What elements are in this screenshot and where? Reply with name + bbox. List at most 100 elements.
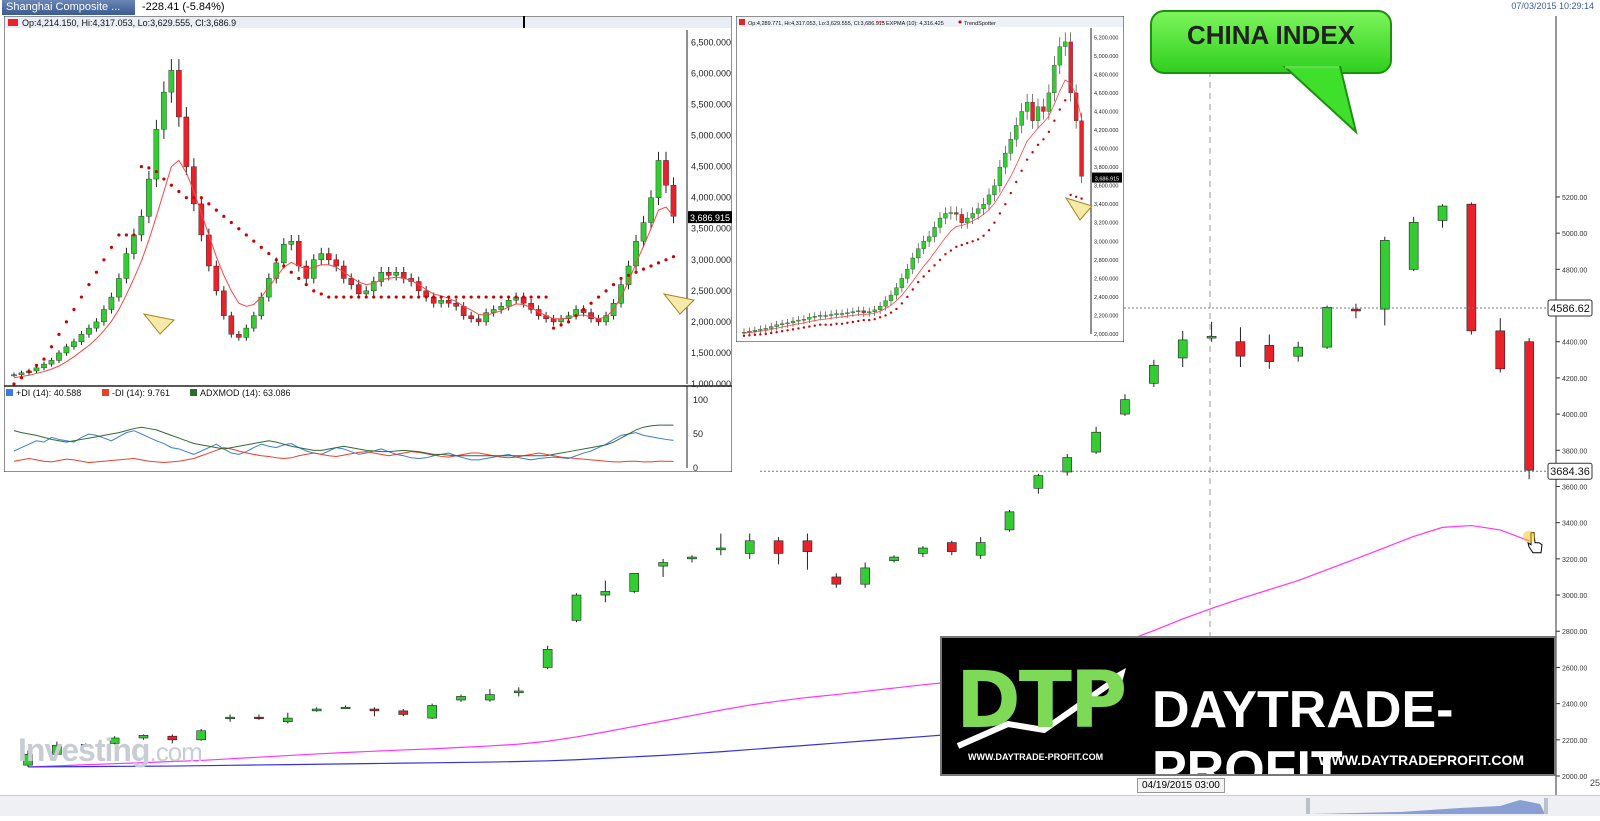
inset-a-legend: Op:4,214.150, Hi:4,317.053, Lo:3,629.555…: [22, 18, 236, 28]
inset-b-candle-body: [888, 294, 894, 301]
inset-a-candle-body: [273, 262, 280, 279]
inset-b-trendspotter-dot: [1047, 130, 1051, 134]
inset-b-candle-body: [992, 185, 997, 196]
inset-a-candle-body: [228, 315, 235, 335]
candle-body: [369, 708, 380, 712]
candle-body: [946, 542, 957, 552]
inset-b-trendspotter-dot: [819, 323, 822, 326]
inset-a-trendspotter-dot: [432, 295, 436, 299]
inset-a-candle-body: [221, 290, 227, 316]
candle: [542, 645, 553, 670]
inset-b-y-tick-label: 4,000.000: [1094, 147, 1118, 153]
price-tag: 3684.36: [1547, 462, 1593, 480]
inset-b-trendspotter-dot: [998, 212, 1002, 215]
candle-body: [485, 694, 495, 701]
inset-a-trendspotter-dot: [27, 369, 31, 374]
inset-b-candle-body: [1008, 139, 1013, 154]
inset-a-y-tick-label: 3,500.000: [691, 224, 731, 234]
navigator-right-handle[interactable]: [1544, 798, 1548, 814]
inset-chart-right[interactable]: Op:4,289.771, Hi:4,317.053, Lo:3,629.555…: [736, 16, 1124, 342]
instrument-tab[interactable]: Shanghai Composite ...: [2, 0, 135, 15]
inset-b-y-tick-label: 2,800.000: [1094, 258, 1118, 264]
inset-b-candle-body: [921, 241, 926, 249]
inset-a-candle-body: [333, 259, 340, 267]
inset-b-candle-body: [932, 227, 937, 237]
main-y-tick-label: 4000.00: [1562, 412, 1587, 419]
inset-a-trendspotter-dot: [402, 295, 406, 299]
inset-a-trendspotter-dot: [139, 165, 144, 169]
inset-b-candle-body: [867, 311, 872, 313]
inset-b-y-tick-label: 2,200.000: [1094, 313, 1118, 319]
inset-a-trendspotter-dot: [626, 273, 631, 277]
navigator-left-handle[interactable]: [1306, 798, 1310, 814]
candle-body: [1524, 341, 1534, 471]
inset-a-trendspotter-dot: [477, 295, 481, 299]
inset-a-trendspotter-dot: [19, 376, 24, 380]
inset-a-trendspotter-dot: [177, 189, 181, 194]
inset-b-trendspotter-dot: [1074, 195, 1078, 198]
inset-a-y-tick-label: 2,000.000: [691, 317, 731, 327]
inset-b-candle-body: [981, 204, 986, 209]
inset-b-trendspotter-dot: [851, 320, 855, 324]
candle: [1524, 338, 1534, 480]
inset-chart-left[interactable]: Op:4,214.150, Hi:4,317.053, Lo:3,629.555…: [4, 16, 732, 472]
candle-body: [1408, 221, 1419, 270]
candle-body: [225, 716, 235, 719]
inset-a-trendspotter-dot: [64, 320, 69, 324]
candle-body: [629, 573, 640, 592]
inset-b-candle-body: [1079, 120, 1084, 177]
inset-b-candle-body: [785, 322, 790, 325]
candle-body: [1351, 308, 1361, 312]
inset-a-trendspotter-dot: [492, 295, 496, 299]
candle-body: [513, 690, 524, 694]
inset-a-candle-body: [86, 327, 92, 335]
inset-b-candle-body: [943, 213, 948, 219]
inset-a-candle-body: [310, 259, 317, 279]
inset-b-trendspotter-dot: [949, 249, 953, 252]
inset-a-trendspotter-dot: [222, 214, 226, 218]
main-y-tick-label: 2400.00: [1562, 702, 1587, 709]
inset-a-candle-body: [400, 272, 407, 279]
inset-a-candle-body: [648, 197, 654, 223]
candle-body: [1091, 431, 1101, 453]
candle-body: [1206, 335, 1217, 339]
inset-b-trendspotter-dot: [840, 322, 844, 325]
inset-a-y-tick-label: 4,500.000: [691, 162, 731, 172]
inset-a-candle-body: [56, 352, 62, 361]
inset-b-candle-body: [790, 320, 796, 324]
main-y-tick-label: 4200.00: [1562, 376, 1587, 383]
inset-b-candle-body: [796, 319, 801, 322]
inset-b-legend-ts-swatch: [958, 20, 962, 24]
inset-a-candle-body: [138, 216, 145, 236]
inset-a-candle-body: [640, 222, 647, 242]
inset-b-trendspotter-dot: [835, 322, 838, 325]
inset-a-candle-body: [453, 303, 459, 307]
inset-a-trendspotter-dot: [619, 276, 623, 281]
candle: [1004, 510, 1015, 532]
inset-b-y-tick-label: 4,600.000: [1094, 91, 1118, 97]
inset-a-candle-body: [670, 185, 677, 217]
inset-b-candle-body: [926, 236, 932, 242]
candle-body: [1149, 364, 1159, 384]
inset-a-trendspotter-dot: [499, 295, 503, 299]
main-y-tick-label: 2000.00: [1562, 774, 1587, 781]
inset-b-trendspotter-dot: [1058, 108, 1061, 111]
logo-url-small: WWW.DAYTRADE-PROFIT.COM: [968, 752, 1104, 762]
inset-b-trendspotter-dot: [1009, 191, 1012, 195]
inset-a-trendspotter-dot: [417, 295, 421, 299]
inset-b-candle-body: [894, 287, 899, 296]
inset-b-y-tick-label: 2,400.000: [1094, 295, 1118, 301]
navigator-scrollbar[interactable]: [0, 795, 1600, 816]
inset-b-trendspotter-dot: [1042, 138, 1045, 141]
inset-a-candle-body: [348, 278, 355, 285]
navigator-overview: [1306, 798, 1548, 814]
inset-b-trendspotter-dot: [938, 258, 942, 262]
inset-a-trendspotter-dot: [192, 196, 196, 200]
inset-b-candle-body: [812, 316, 817, 318]
inset-a-trendspotter-dot: [57, 332, 61, 336]
inset-b-candle-body: [779, 323, 785, 325]
inset-a-candle-body: [11, 374, 17, 377]
price-tag-label: 3684.36: [1550, 466, 1590, 478]
inset-b-candle-body: [823, 315, 828, 317]
inset-a-trendspotter-dot: [327, 295, 331, 299]
